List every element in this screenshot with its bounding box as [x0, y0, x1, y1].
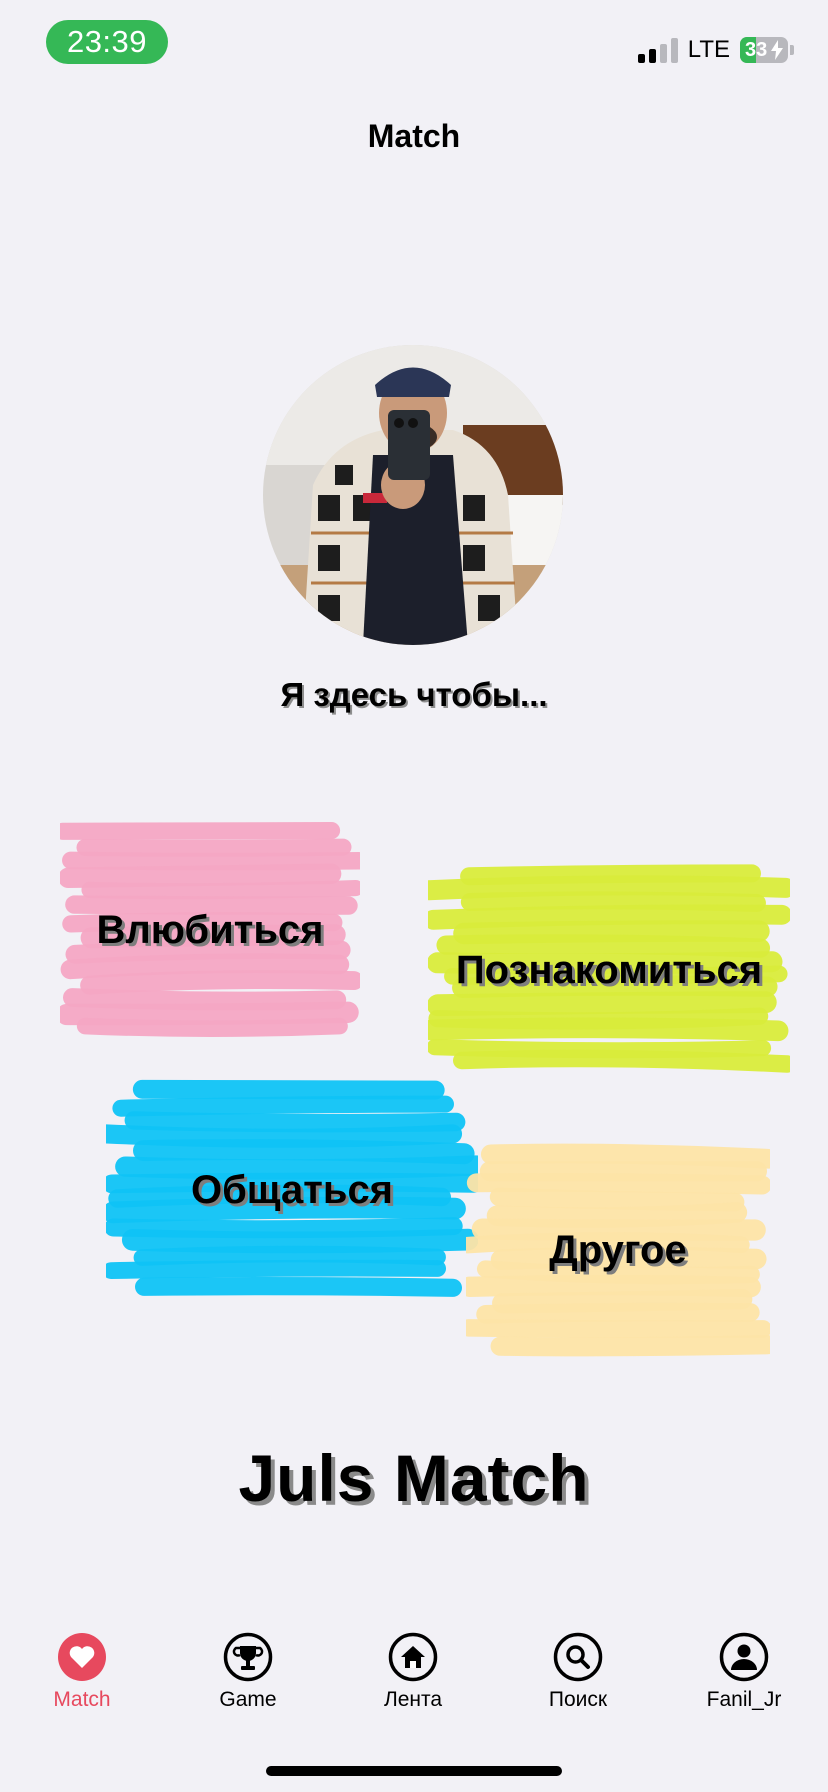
- tab-label: Fanil_Jr: [706, 1688, 782, 1711]
- scribble-stroke: [492, 1289, 753, 1314]
- scribble-stroke: [65, 895, 358, 915]
- scribble-stroke: [81, 880, 360, 900]
- person-icon: [719, 1632, 769, 1682]
- purpose-prompt: Я здесь чтобы...: [280, 676, 548, 713]
- scribble-stroke: [121, 1228, 478, 1254]
- choice-get-acquainted[interactable]: Познакомиться: [428, 860, 790, 1075]
- scribble-stroke: [428, 1039, 772, 1059]
- app-brand-title: Juls Match: [238, 1441, 590, 1515]
- tab-label: Лента: [383, 1688, 443, 1711]
- scribble-stroke: [453, 920, 770, 945]
- scribble-stroke: [486, 1202, 748, 1228]
- scribble-stroke: [428, 991, 777, 1017]
- bottom-tab-bar: Match Game Лента Поиск Fanil_Jr: [0, 1632, 828, 1732]
- scribble-stroke: [489, 1187, 745, 1212]
- scribble-stroke: [428, 904, 790, 930]
- scribble-stroke: [62, 851, 360, 871]
- search-icon: [553, 1632, 603, 1682]
- scribble-stroke: [124, 1111, 466, 1133]
- match-screen: 23:39 LTE 33 Match Я здесь чтобы... Влюб…: [0, 0, 828, 1792]
- page-title: Match: [367, 118, 461, 154]
- home-icon: [388, 1632, 438, 1682]
- scribble-stroke: [106, 1259, 446, 1279]
- scribble-stroke: [460, 891, 766, 912]
- scribble-stroke: [112, 1095, 454, 1117]
- scribble-stroke: [135, 1276, 462, 1297]
- choice-chat[interactable]: Общаться: [106, 1078, 478, 1300]
- scribble-stroke: [60, 1001, 359, 1026]
- choice-label: Другое: [549, 1228, 687, 1272]
- scribble-stroke: [466, 1319, 770, 1338]
- trophy-icon: [223, 1632, 273, 1682]
- scribble-stroke: [453, 1049, 790, 1073]
- tab-label: Поиск: [548, 1688, 608, 1711]
- choice-fall-in-love[interactable]: Влюбиться: [60, 816, 360, 1042]
- scribble-stroke: [60, 953, 350, 980]
- battery-icon: 33: [740, 37, 788, 63]
- scribble-stroke: [428, 875, 790, 901]
- tab-game[interactable]: Game: [183, 1632, 313, 1712]
- scribble-stroke: [133, 1139, 475, 1165]
- scribble-stroke: [490, 1335, 770, 1357]
- network-type: LTE: [687, 36, 730, 63]
- scribble-stroke: [80, 970, 360, 995]
- choice-label: Влюбиться: [96, 908, 324, 952]
- choice-label: Общаться: [190, 1168, 394, 1212]
- signal-icon: [637, 37, 678, 63]
- scribble-stroke: [466, 1173, 770, 1195]
- tab-label: Match: [53, 1688, 111, 1711]
- heart-icon: [58, 1633, 106, 1681]
- scribble-stroke: [466, 1274, 761, 1298]
- charging-bolt-icon: [771, 40, 783, 60]
- scribble-stroke: [476, 1302, 760, 1324]
- status-time: 23:39: [46, 20, 168, 64]
- scribble-stroke: [76, 838, 352, 857]
- scribble-stroke: [132, 1079, 445, 1100]
- tab-search[interactable]: Поиск: [513, 1632, 643, 1712]
- tab-profile[interactable]: Fanil_Jr: [679, 1632, 809, 1712]
- profile-avatar[interactable]: [263, 345, 563, 645]
- scribble-stroke: [60, 822, 341, 840]
- scribble-stroke: [428, 1017, 789, 1042]
- battery-tip: [790, 45, 794, 55]
- choice-other[interactable]: Другое: [466, 1142, 770, 1358]
- scribble-stroke: [76, 1017, 348, 1037]
- scribble-stroke: [106, 1217, 463, 1239]
- home-indicator[interactable]: [266, 1766, 562, 1776]
- tab-label: Game: [219, 1688, 277, 1711]
- tab-match[interactable]: Match: [17, 1632, 147, 1712]
- choice-label: Познакомиться: [455, 948, 763, 992]
- scribble-stroke: [60, 863, 342, 889]
- tab-feed[interactable]: Лента: [348, 1632, 478, 1712]
- scribble-stroke: [133, 1245, 446, 1266]
- scribble-stroke: [63, 988, 347, 1011]
- status-indicators: LTE 33: [637, 36, 794, 64]
- scribble-stroke: [106, 1124, 463, 1148]
- profile-photo: [263, 345, 563, 645]
- scribble-stroke: [480, 1143, 770, 1169]
